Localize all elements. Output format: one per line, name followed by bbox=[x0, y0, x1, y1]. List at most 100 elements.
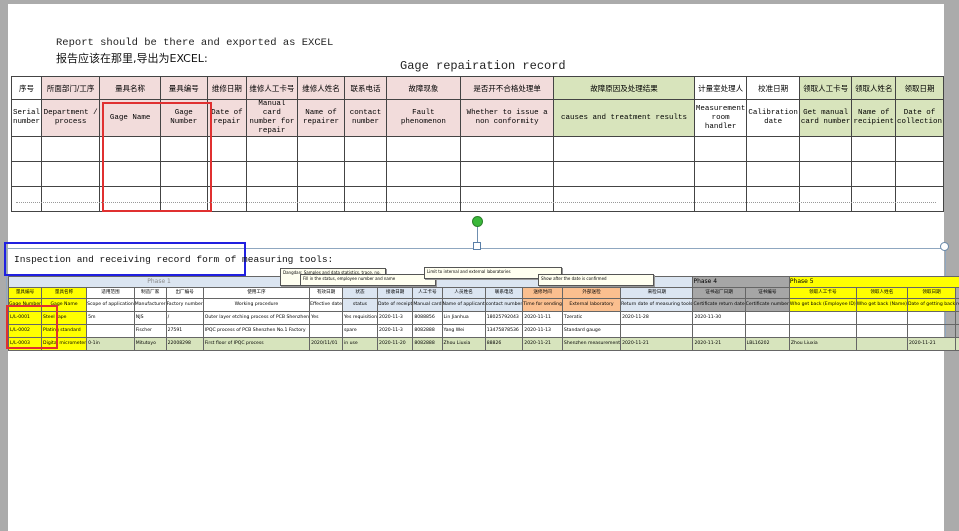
cell: 2020-11-20 bbox=[377, 337, 414, 351]
header-en-cell: Whether to issue a non conformity bbox=[460, 99, 555, 137]
header-en-cell: Fault phenomenon bbox=[385, 99, 462, 137]
header-cn-cell: 领取日期 bbox=[894, 76, 945, 100]
header-en: Certificate number bbox=[744, 298, 790, 312]
gage-number-highlight bbox=[6, 305, 58, 349]
header-en: Manual card bbox=[412, 298, 443, 312]
cell: 2020-11-30 bbox=[692, 311, 746, 325]
cell: 2020-11-3 bbox=[377, 311, 414, 325]
header-en: Date of getting back bbox=[906, 298, 957, 312]
header-cn: 证书编号 bbox=[744, 287, 790, 299]
cell: Yes bbox=[309, 311, 343, 325]
header-en: Certificate return date bbox=[692, 298, 746, 312]
header-en: Return date of measuring tools bbox=[620, 298, 694, 312]
cell: 2020-11-21 bbox=[620, 337, 694, 351]
cell bbox=[86, 324, 135, 338]
cell bbox=[309, 324, 343, 338]
cell: 2020-11-21 bbox=[906, 337, 957, 351]
header-cn-cell: 维修日期 bbox=[206, 76, 248, 100]
header-en: Name of applicant bbox=[441, 298, 486, 312]
note-chinese: 报告应该在那里,导出为EXCEL: bbox=[56, 52, 208, 65]
header-en: Manufacturer bbox=[133, 298, 167, 312]
cell: spare bbox=[341, 324, 379, 338]
header-en: Time for sending bbox=[522, 298, 563, 312]
header-en: Factory number bbox=[165, 298, 204, 312]
cell: Tzeratic bbox=[561, 311, 622, 325]
header-cn-cell: 序号 bbox=[10, 76, 43, 100]
header-cn: 量具名称 bbox=[41, 287, 88, 299]
cell: Fischer bbox=[133, 324, 167, 338]
header-en-cell: Calibration date bbox=[746, 99, 800, 137]
header-cn: 领取人工卡号 bbox=[788, 287, 857, 299]
header-en: Who get back (Employee ID) bbox=[788, 298, 857, 312]
header-cn: 状态 bbox=[341, 287, 379, 299]
header-cn-cell: 维修人工卡号 bbox=[246, 76, 298, 100]
inspection-table: Phase 1 Phase 2 Phase 4 Phase 5 量具编号 量具名… bbox=[7, 276, 959, 351]
cell: / bbox=[165, 311, 204, 325]
header-cn: 适用范围 bbox=[86, 287, 135, 299]
cell bbox=[955, 324, 959, 338]
cell-comment: Show after the date is confirmed bbox=[538, 274, 654, 286]
header-cn-cell: 故障现象 bbox=[385, 76, 462, 100]
header-cn: 接收日期 bbox=[377, 287, 414, 299]
cell-comment: Fill in the status, employee number and … bbox=[300, 274, 436, 286]
header-en-cell: Name of repairer bbox=[296, 99, 346, 137]
inspection-section-title: Inspection and receiving record form of … bbox=[14, 254, 334, 265]
cell: Lin Jianhua bbox=[441, 311, 486, 325]
cell bbox=[955, 311, 959, 325]
header-cn-cell: 领取人姓名 bbox=[851, 76, 896, 100]
rotate-handle[interactable] bbox=[472, 216, 483, 227]
cell: Zhou Liuxia bbox=[788, 337, 857, 351]
cell: 2020-11-13 bbox=[522, 324, 563, 338]
cell: 8088856 bbox=[412, 311, 443, 325]
gage-name-number-highlight bbox=[102, 102, 212, 212]
header-cn-cell: 是否开不合格处理单 bbox=[460, 76, 555, 100]
header-cn: 量具编号 bbox=[7, 287, 43, 299]
cell: 2020-11-28 bbox=[620, 311, 694, 325]
cell bbox=[788, 324, 857, 338]
header-en-cell: Date of repair bbox=[206, 99, 248, 137]
cell: 18025792043 bbox=[484, 311, 524, 325]
header-en: External laboratory bbox=[561, 298, 622, 312]
header-en-row: Gage Number Gage Name Scope of applicati… bbox=[7, 298, 959, 312]
header-cn-cell: 量具编号 bbox=[159, 76, 208, 100]
header-cn: 领取日期 bbox=[906, 287, 957, 299]
header-cn: 备注 bbox=[955, 287, 959, 299]
header-cn-cell: 量具名称 bbox=[99, 76, 161, 100]
header-en: Working procedure bbox=[202, 298, 311, 312]
cell: 0-1in bbox=[86, 337, 135, 351]
cell: IPQC process of PCB Shenzhen No.1 Factor… bbox=[202, 324, 311, 338]
cell: Zhou Liuxia bbox=[441, 337, 486, 351]
cell bbox=[855, 311, 908, 325]
cell bbox=[744, 324, 790, 338]
header-cn: 来检日期 bbox=[620, 287, 694, 299]
header-en-cell: Serial number bbox=[10, 99, 43, 137]
phase-label: Phase 1 bbox=[7, 276, 311, 288]
header-cn: 领取人姓名 bbox=[855, 287, 908, 299]
header-cn: 出厂编号 bbox=[165, 287, 204, 299]
note-english: Report should be there and exported as E… bbox=[56, 37, 334, 49]
header-en: Who get back (Name) bbox=[855, 298, 908, 312]
cell: 8082888 bbox=[412, 324, 443, 338]
cell bbox=[788, 311, 857, 325]
header-en: contact number bbox=[484, 298, 524, 312]
header-en-cell: Manual card number for repair bbox=[246, 99, 298, 137]
header-cn: 有效日期 bbox=[309, 287, 343, 299]
resize-handle-top-right[interactable] bbox=[940, 242, 949, 251]
header-en: Effective date bbox=[309, 298, 343, 312]
cell: Yes requisition bbox=[341, 311, 379, 325]
cell: 22008298 bbox=[165, 337, 204, 351]
header-en-cell: Get manual card number bbox=[798, 99, 853, 137]
cell bbox=[906, 311, 957, 325]
cell: Mitutoyo bbox=[133, 337, 167, 351]
document-page: Report should be there and exported as E… bbox=[4, 4, 959, 531]
header-cn-cell: 联系电话 bbox=[344, 76, 387, 100]
header-cn: 送修时间 bbox=[522, 287, 563, 299]
cell bbox=[855, 337, 908, 351]
header-cn: 联系电话 bbox=[484, 287, 524, 299]
header-cn-cell: 故障原因及处理结果 bbox=[553, 76, 695, 100]
header-row-chinese: 序号 所面部门/工序 量具名称 量具编号 维修日期 维修人工卡号 维修人姓名 联… bbox=[10, 76, 945, 100]
cell: 2020/11/01 bbox=[309, 337, 343, 351]
header-en-cell: causes and treatment results bbox=[553, 99, 695, 137]
resize-handle-top[interactable] bbox=[473, 242, 481, 250]
header-en-cell: Name of recipient bbox=[851, 99, 896, 137]
